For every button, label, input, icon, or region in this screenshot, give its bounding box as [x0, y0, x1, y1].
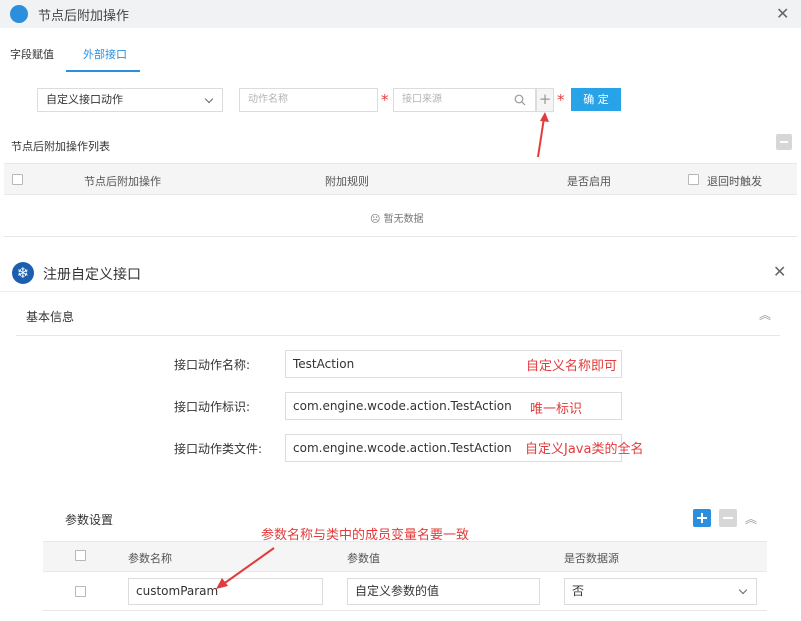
select-all-checkbox[interactable] [12, 174, 23, 185]
action-class-value: com.engine.wcode.action.TestAction [293, 441, 512, 455]
basic-info-title: 基本信息 [26, 310, 75, 324]
divider [4, 236, 797, 237]
action-type-value: 自定义接口动作 [46, 93, 123, 106]
tab-field-assignment[interactable]: 字段赋值 [10, 46, 54, 62]
field-label-action-name: 接口动作名称: [174, 358, 251, 372]
divider [16, 335, 780, 336]
collapse-params-icon[interactable]: ︽ [745, 510, 757, 527]
param-header-name: 参数名称 [128, 552, 172, 565]
dialog1-close-icon[interactable]: ✕ [776, 6, 789, 22]
param-name-value: customParam [136, 584, 219, 598]
dialog2-close-icon[interactable]: ✕ [773, 264, 786, 280]
param-value-input[interactable]: 自定义参数的值 [347, 578, 540, 605]
remove-operation-button[interactable] [776, 134, 792, 150]
action-name-placeholder: 动作名称 [248, 94, 288, 105]
dialog2-title: 注册自定义接口 [43, 267, 141, 283]
chevron-down-icon [204, 94, 214, 104]
annotation-note: 自定义名称即可 [526, 359, 618, 374]
empty-text: 暂无数据 [383, 214, 424, 225]
action-type-select[interactable]: 自定义接口动作 [37, 88, 223, 112]
param-header-value: 参数值 [347, 552, 380, 565]
annotation-note: 自定义Java类的全名 [525, 442, 644, 457]
add-api-button[interactable]: + [536, 88, 554, 112]
header-enabled: 是否启用 [567, 175, 611, 188]
header-on-return: 退回时触发 [707, 175, 762, 188]
annotation-note: 唯一标识 [530, 402, 583, 417]
action-id-value: com.engine.wcode.action.TestAction [293, 399, 512, 413]
remove-param-button[interactable] [719, 509, 737, 527]
divider [43, 610, 767, 611]
header-rule: 附加规则 [325, 175, 369, 188]
on-return-checkbox[interactable] [688, 174, 699, 185]
param-row-checkbox[interactable] [75, 586, 86, 597]
sad-face-icon: ☹ [370, 214, 381, 225]
param-header-datasource: 是否数据源 [564, 552, 619, 565]
operation-list-title: 节点后附加操作列表 [11, 140, 110, 153]
search-icon[interactable] [514, 94, 526, 106]
chevron-down-icon [738, 585, 748, 595]
param-datasource-select[interactable]: 否 [564, 578, 757, 605]
param-value-value: 自定义参数的值 [355, 584, 440, 598]
empty-state: ☹ 暂无数据 [370, 210, 424, 225]
param-select-all-checkbox[interactable] [75, 550, 86, 561]
confirm-button[interactable]: 确 定 [571, 88, 621, 111]
header-operation: 节点后附加操作 [84, 175, 161, 188]
tab-external-api[interactable]: 外部接口 [83, 46, 127, 62]
action-name-input[interactable]: 动作名称 [239, 88, 378, 112]
action-name-value: TestAction [293, 357, 355, 371]
add-param-button[interactable] [693, 509, 711, 527]
dialog1-title: 节点后附加操作 [38, 9, 130, 24]
active-tab-indicator [66, 70, 140, 72]
snowflake-icon: ❄ [12, 262, 34, 284]
field-label-action-id: 接口动作标识: [174, 400, 251, 414]
param-datasource-value: 否 [572, 584, 585, 598]
api-source-input[interactable]: 接口来源 [393, 88, 536, 112]
field-label-action-class: 接口动作类文件: [174, 442, 263, 456]
api-source-placeholder: 接口来源 [402, 94, 442, 105]
collapse-basic-icon[interactable]: ︽ [759, 306, 771, 323]
app-logo-icon [10, 5, 28, 23]
required-mark: * [381, 91, 389, 109]
params-title: 参数设置 [65, 513, 114, 527]
annotation-arrow-icon [537, 112, 549, 158]
annotation-arrow-icon [216, 547, 275, 589]
required-mark: * [557, 91, 565, 109]
